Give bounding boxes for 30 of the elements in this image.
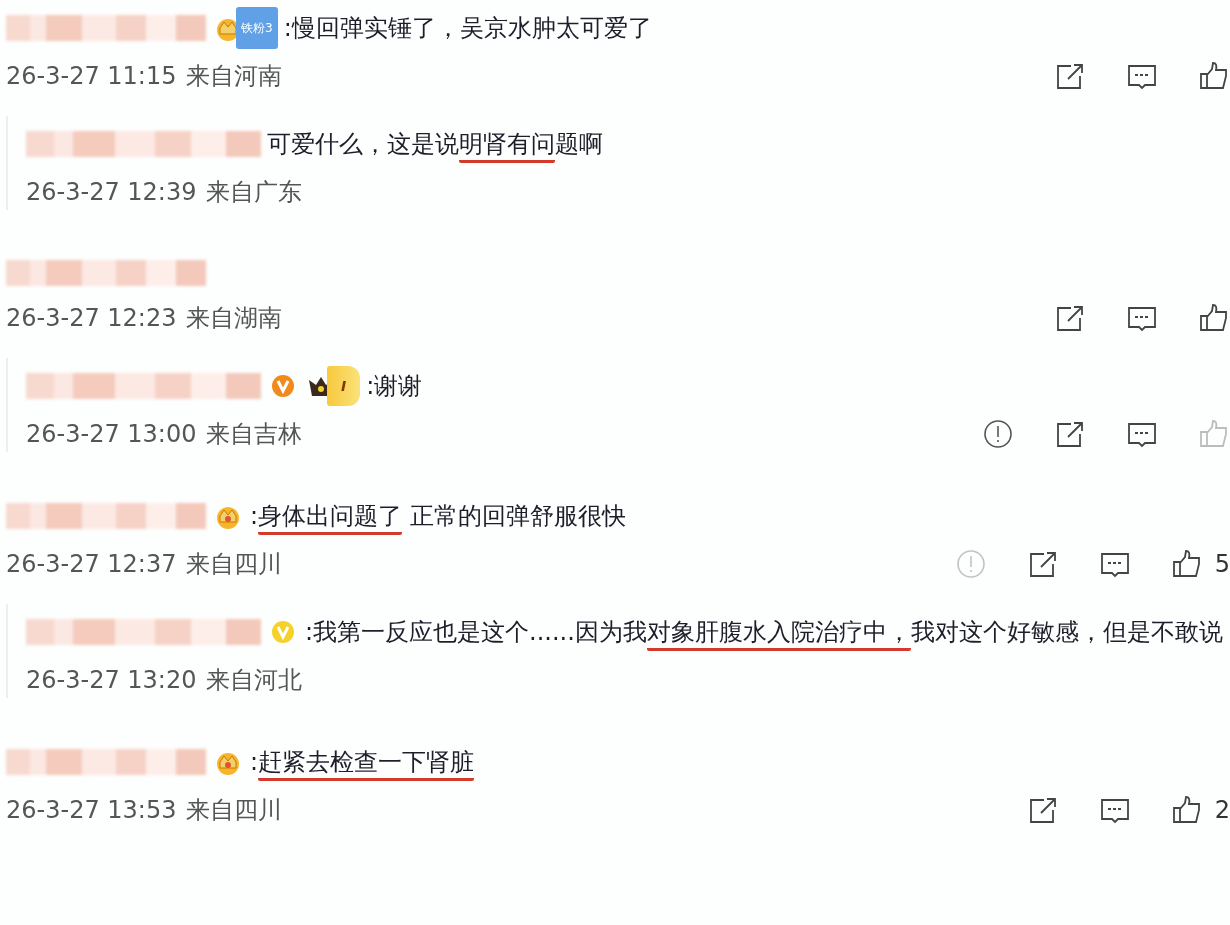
comment-text: :赶紧去检查一下肾脏 — [250, 748, 475, 781]
thumbs-up-icon[interactable] — [1198, 418, 1230, 450]
thumbs-up-icon[interactable] — [1198, 302, 1230, 334]
timestamp: 26-3-27 12:39 — [26, 177, 197, 208]
like-count: 5 — [1214, 549, 1230, 580]
location: 来自河北 — [206, 665, 303, 696]
location: 来自四川 — [186, 549, 283, 580]
timestamp: 26-3-27 13:20 — [26, 665, 197, 696]
timestamp: 26-3-27 13:00 — [26, 419, 197, 450]
comment-text: :身体出问题了 正常的回弹舒服很快 — [250, 502, 626, 535]
comment-text: 可爱什么，这是说明肾有问题啊 — [267, 130, 603, 163]
timestamp: 26-3-27 12:23 — [6, 303, 177, 334]
comment-text: :我第一反应也是这个......因为我对象肝腹水入院治疗中，我对这个好敏感，但是不敢说 — [305, 618, 1223, 651]
location: 来自河南 — [186, 61, 283, 92]
comment-text: :慢回弹实锤了，吴京水肿太可爱了 — [283, 14, 652, 42]
thumbs-up-icon[interactable] — [1198, 60, 1230, 92]
fan-badge: 铁粉3 — [236, 7, 278, 49]
alert-icon[interactable] — [982, 418, 1014, 450]
like-count: 2 — [1214, 795, 1230, 826]
location: 来自四川 — [186, 795, 283, 826]
timestamp: 26-3-27 13:53 — [6, 795, 177, 826]
timestamp: 26-3-27 12:37 — [6, 549, 177, 580]
location: 来自湖南 — [186, 303, 283, 334]
comment-text: :谢谢 — [366, 372, 423, 400]
location: 来自吉林 — [206, 419, 303, 450]
level-badge: I — [327, 366, 361, 406]
thumbs-up-icon[interactable] — [1170, 794, 1203, 826]
timestamp: 26-3-27 11:15 — [6, 61, 177, 92]
thumbs-up-icon[interactable] — [1170, 548, 1203, 580]
location: 来自广东 — [206, 177, 303, 208]
